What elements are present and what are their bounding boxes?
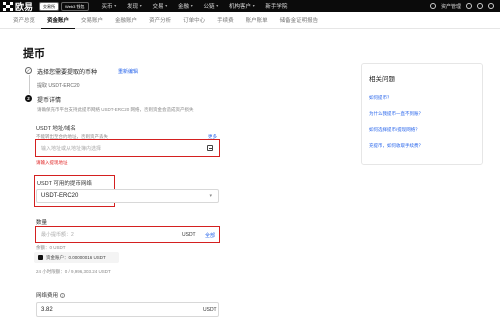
network-label: USDT 可用的提币网络 xyxy=(37,181,92,187)
step2-title: 提币详情 xyxy=(37,98,62,104)
step2-number: 2 xyxy=(25,95,32,102)
menu-academy[interactable]: 新手学院 xyxy=(260,2,292,10)
fee-field: 3.82 xyxy=(36,302,219,317)
step1-selected-coin: 提取 USDT-ERC20 xyxy=(37,83,80,89)
subnav-trading-account[interactable]: 交易账户 xyxy=(75,12,109,29)
network-value: USDT-ERC20 xyxy=(41,193,79,199)
chevron-down-icon: ▼ xyxy=(251,4,256,8)
menu-institutional[interactable]: 机构客户 ▼ xyxy=(224,2,260,10)
menu-chain[interactable]: 公链 ▼ xyxy=(198,2,223,10)
step1-title: 选择您需要提取的币种 xyxy=(37,70,98,76)
page-title: 提币 xyxy=(23,48,45,60)
address-error: 请输入提现地址 xyxy=(36,160,68,165)
menu-buy[interactable]: 买币 ▼ xyxy=(97,2,122,10)
faq-panel: 相关问题 如何提币？ 为什么我提币一直不到账？ 如何选择提币/提现网络？ 充提币… xyxy=(361,63,483,165)
chevron-down-icon: ▼ xyxy=(139,4,143,8)
mode-tabs: 交易所 Web3 钱包 xyxy=(39,1,89,11)
step-connector xyxy=(28,75,30,94)
bell-icon[interactable] xyxy=(477,3,483,9)
withdraw-limit: 24 小时限额：0 / 9,996,303.24 USDT xyxy=(36,269,111,274)
fee-label: 网络费用 i xyxy=(36,291,66,299)
faq-item[interactable]: 为什么我提币一直不到账？ xyxy=(369,111,423,117)
menu-trade[interactable]: 交易 ▼ xyxy=(147,2,172,10)
wallet-icon xyxy=(38,255,43,260)
chevron-down-icon: ▼ xyxy=(189,4,194,8)
step2-notice: 请确保充币平台支持此提币网络 USDT-ERC20 网络，否则资金会造成资产损失 xyxy=(37,107,194,112)
check-icon: ✓ xyxy=(25,67,32,74)
assets-menu[interactable]: 资产管理 xyxy=(441,3,461,10)
subnav-proof-of-reserves[interactable]: 储备金证明报告 xyxy=(274,12,325,29)
faq-title: 相关问题 xyxy=(369,76,395,83)
user-icon[interactable] xyxy=(466,3,472,9)
address-label: USDT 地址/域名 xyxy=(36,126,76,132)
tab-exchange[interactable]: 交易所 xyxy=(39,1,60,11)
chevron-down-icon: ▼ xyxy=(113,4,117,8)
search-icon[interactable] xyxy=(429,3,436,9)
fee-value: 3.82 xyxy=(41,306,53,313)
top-nav: 欧易 交易所 Web3 钱包 买币 ▼ 发现 ▼ 交易 ▼ 金融 ▼ 公链 ▼ 机构客户 ▼… xyxy=(0,0,500,12)
funding-account-balance: 资金账户：0.00000016 USDT xyxy=(34,252,119,263)
subnav-fees[interactable]: 手续费 xyxy=(211,12,240,29)
subnav-funding-account[interactable]: 资金账户 xyxy=(41,12,76,29)
amount-available: 余额：0 USDT xyxy=(36,245,66,250)
funding-account-text: 资金账户：0.00000016 USDT xyxy=(46,254,106,260)
subnav-finance-account[interactable]: 金融账户 xyxy=(109,12,143,29)
okx-logo-icon xyxy=(3,1,13,11)
main-menu: 买币 ▼ 发现 ▼ 交易 ▼ 金融 ▼ 公链 ▼ 机构客户 ▼ 新手学院 xyxy=(97,2,293,10)
fee-unit: USDT xyxy=(203,307,217,313)
subnav-asset-overview[interactable]: 资产总览 xyxy=(7,12,41,29)
account-sub-nav: 资产总览 资金账户 交易账户 金融账户 资产分析 订单中心 手续费 账户账单 储… xyxy=(0,12,500,29)
chevron-down-icon: ▾ xyxy=(209,193,212,199)
menu-discover[interactable]: 发现 ▼ xyxy=(122,2,147,10)
faq-item[interactable]: 如何提币？ xyxy=(369,95,392,101)
faq-item[interactable]: 充提币，如何收取手续费？ xyxy=(369,143,423,149)
highlight-frame-address xyxy=(35,139,220,157)
menu-finance[interactable]: 金融 ▼ xyxy=(173,2,198,10)
chevron-down-icon: ▼ xyxy=(215,4,219,8)
faq-item[interactable]: 如何选择提币/提现网络？ xyxy=(369,127,420,133)
reedit-link[interactable]: 重新编辑 xyxy=(118,68,138,75)
chevron-down-icon: ▼ xyxy=(164,4,168,8)
highlight-frame-amount xyxy=(35,226,220,243)
amount-label: 数量 xyxy=(36,220,48,226)
tab-web3-wallet[interactable]: Web3 钱包 xyxy=(61,1,89,11)
info-icon[interactable]: i xyxy=(60,293,66,299)
subnav-asset-analysis[interactable]: 资产分析 xyxy=(143,12,177,29)
nav-right: 资产管理 xyxy=(429,3,494,10)
subnav-order-center[interactable]: 订单中心 xyxy=(177,12,211,29)
subnav-account-statement[interactable]: 账户账单 xyxy=(240,12,274,29)
globe-icon[interactable] xyxy=(488,3,494,9)
network-select[interactable]: USDT-ERC20 ▾ xyxy=(36,189,219,203)
